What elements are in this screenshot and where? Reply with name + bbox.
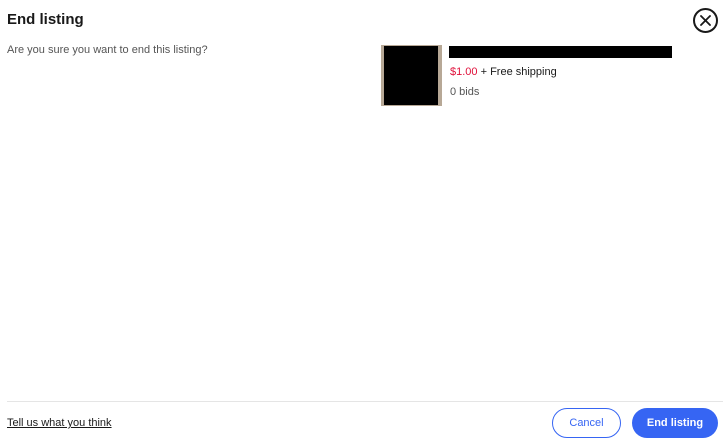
listing-price-row: $1.00 + Free shipping bbox=[450, 66, 557, 78]
listing-shipping: + Free shipping bbox=[480, 66, 557, 78]
listing-thumbnail bbox=[381, 45, 442, 106]
dialog-title: End listing bbox=[7, 11, 84, 28]
close-button[interactable] bbox=[693, 8, 718, 33]
end-listing-button[interactable]: End listing bbox=[632, 408, 718, 438]
footer-divider bbox=[7, 401, 723, 402]
cancel-button[interactable]: Cancel bbox=[552, 408, 621, 438]
listing-title-redacted bbox=[449, 46, 672, 58]
end-listing-dialog: End listing Are you sure you want to end… bbox=[0, 0, 723, 441]
listing-price: $1.00 bbox=[450, 66, 478, 78]
listing-thumbnail-redacted bbox=[384, 46, 438, 105]
feedback-link[interactable]: Tell us what you think bbox=[7, 417, 112, 429]
close-icon bbox=[700, 15, 711, 26]
listing-bids: 0 bids bbox=[450, 86, 480, 98]
confirmation-question: Are you sure you want to end this listin… bbox=[7, 44, 208, 56]
